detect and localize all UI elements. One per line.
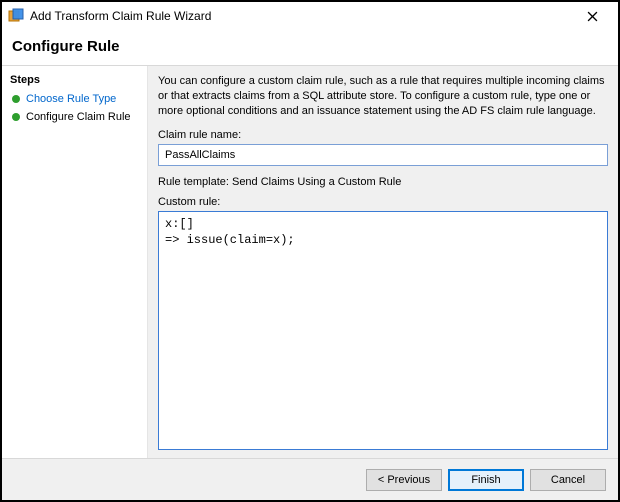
step-choose-rule-type[interactable]: Choose Rule Type (2, 90, 147, 108)
custom-rule-textarea[interactable] (158, 211, 608, 450)
step-label: Choose Rule Type (26, 93, 116, 105)
description-text: You can configure a custom claim rule, s… (158, 74, 608, 119)
step-label: Configure Claim Rule (26, 111, 131, 123)
titlebar: Add Transform Claim Rule Wizard (2, 2, 618, 30)
wizard-window: Add Transform Claim Rule Wizard Configur… (0, 0, 620, 502)
close-button[interactable] (572, 2, 612, 30)
previous-button[interactable]: < Previous (366, 469, 442, 491)
claim-rule-name-input[interactable] (158, 144, 608, 166)
page-header: Configure Rule (2, 30, 618, 65)
finish-button[interactable]: Finish (448, 469, 524, 491)
wizard-body: Steps Choose Rule Type Configure Claim R… (2, 65, 618, 458)
button-bar: < Previous Finish Cancel (2, 458, 618, 500)
step-bullet-icon (12, 113, 20, 121)
main-panel: You can configure a custom claim rule, s… (148, 66, 618, 458)
window-title: Add Transform Claim Rule Wizard (30, 9, 572, 23)
cancel-button[interactable]: Cancel (530, 469, 606, 491)
step-bullet-icon (12, 95, 20, 103)
steps-sidebar: Steps Choose Rule Type Configure Claim R… (2, 66, 148, 458)
app-icon (8, 8, 24, 24)
custom-rule-label: Custom rule: (158, 196, 608, 208)
claim-rule-name-label: Claim rule name: (158, 129, 608, 141)
rule-template-label: Rule template: Send Claims Using a Custo… (158, 176, 608, 188)
step-configure-claim-rule[interactable]: Configure Claim Rule (2, 108, 147, 126)
steps-heading: Steps (2, 70, 147, 90)
